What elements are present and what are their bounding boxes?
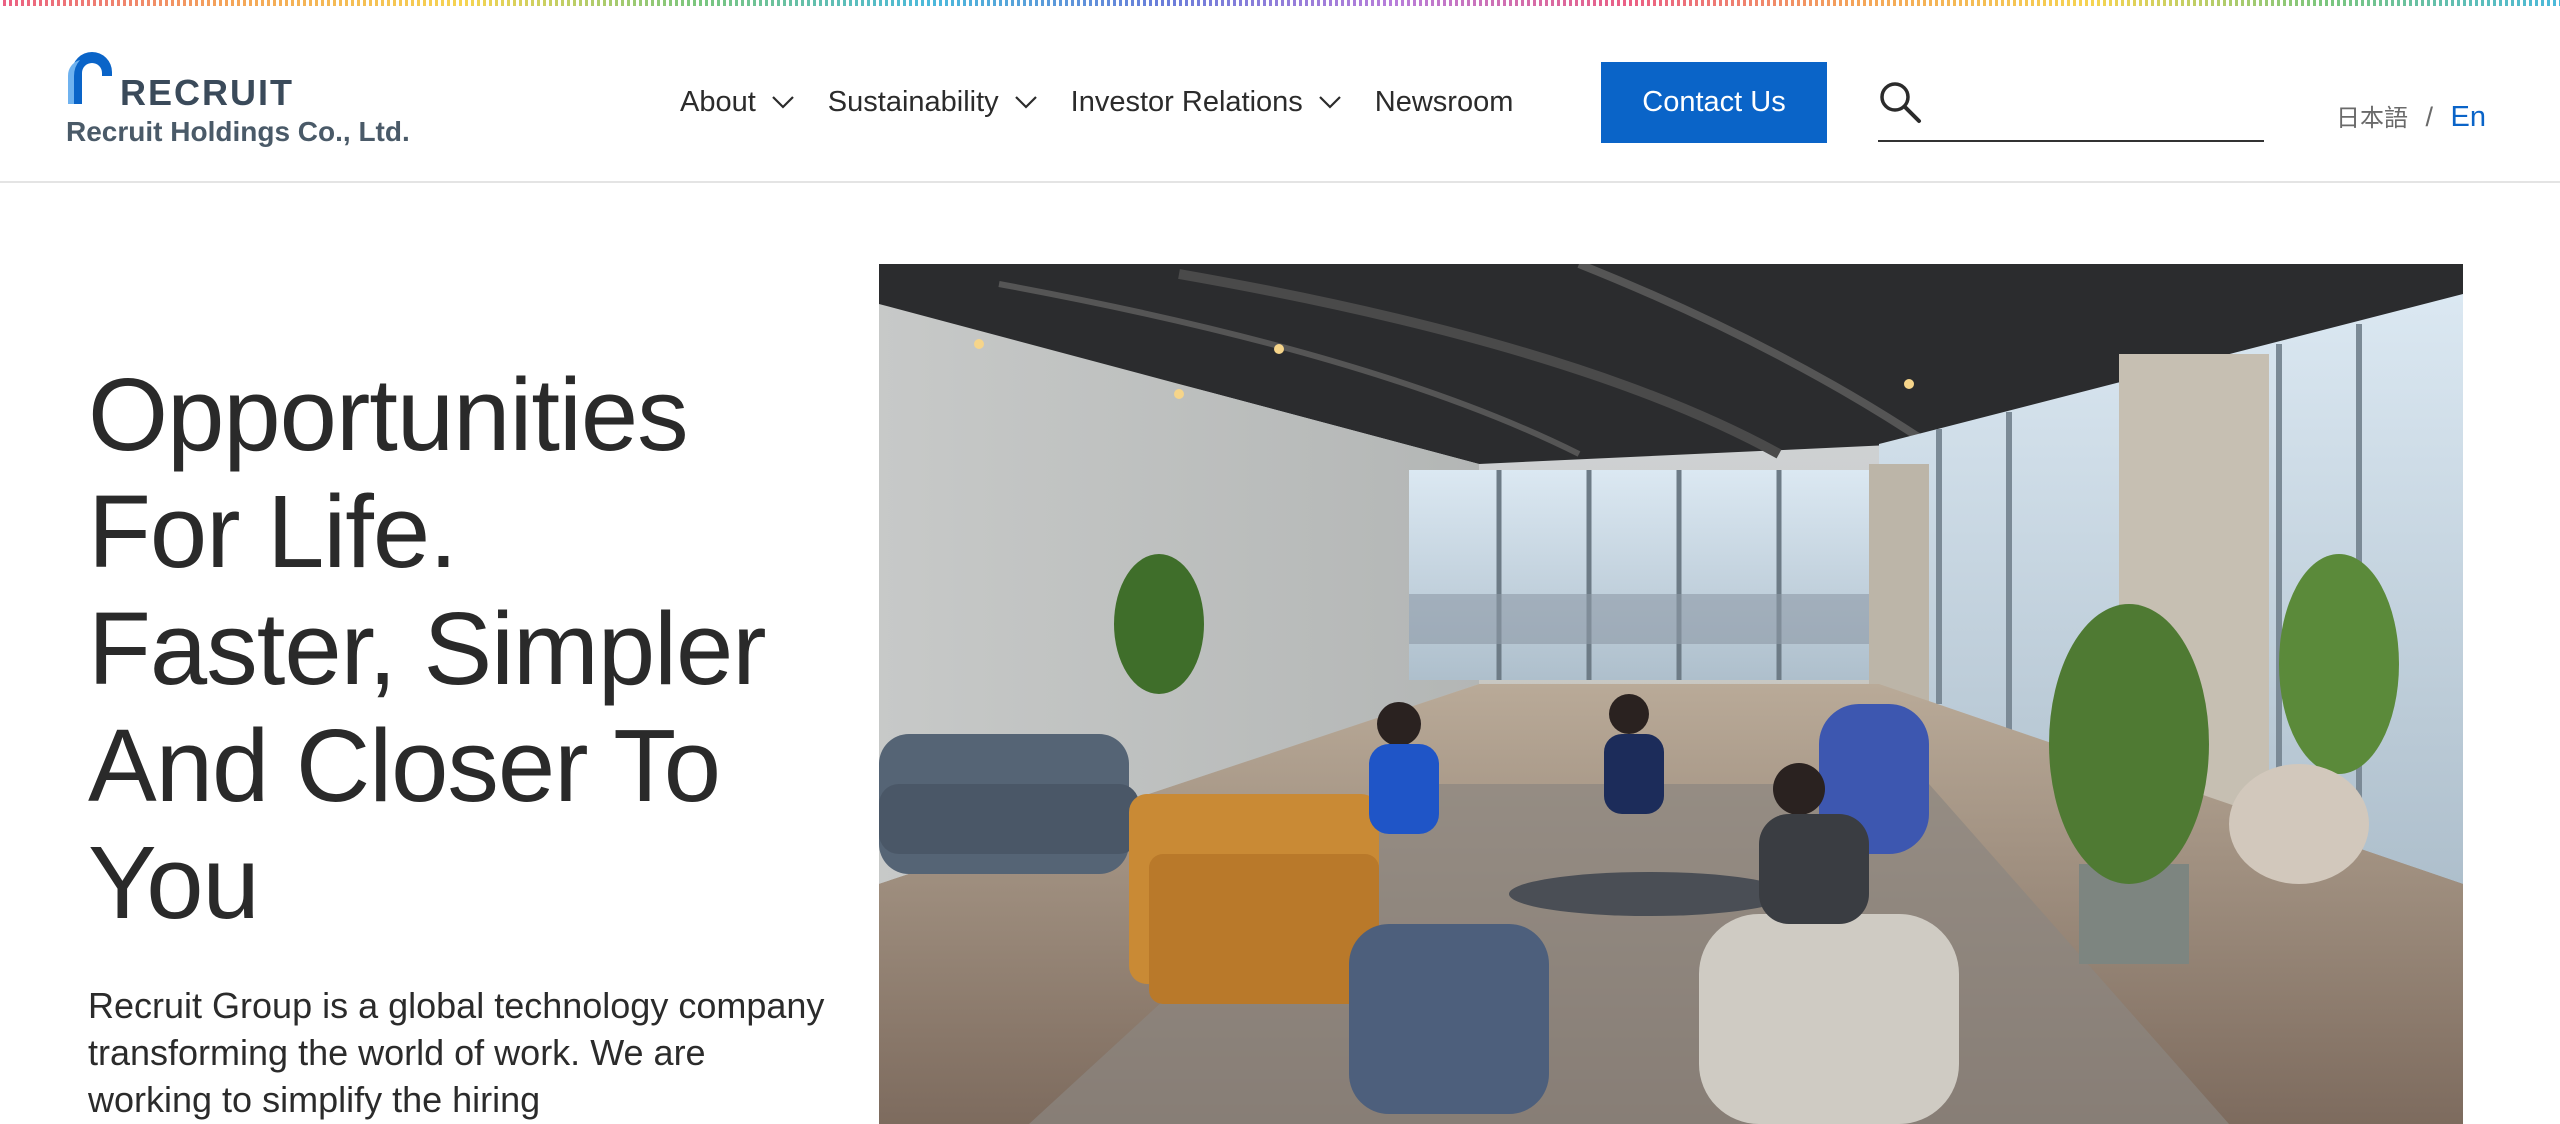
language-switcher: 日本語 / En	[2336, 98, 2486, 134]
search-box	[1878, 70, 2264, 142]
search-input[interactable]	[1934, 78, 2258, 130]
nav-newsroom[interactable]: Newsroom	[1375, 86, 1514, 119]
language-separator: /	[2425, 102, 2434, 132]
hero-title-line: For Life.	[88, 474, 458, 589]
nav-investor-relations[interactable]: Investor Relations	[1071, 86, 1341, 119]
hero-office-photo	[879, 264, 2463, 1124]
hero-title-line: Opportunities	[88, 357, 689, 472]
hero-description: Recruit Group is a global technology com…	[88, 985, 825, 1120]
nav-sustainability[interactable]: Sustainability	[828, 86, 1037, 119]
nav-newsroom-label: Newsroom	[1374, 85, 1514, 118]
hero-title-line: Faster, Simpler	[88, 591, 767, 706]
nav-sustainability-label: Sustainability	[827, 85, 999, 118]
recruit-logo[interactable]: RECRUIT Recruit Holdings Co., Ltd.	[66, 46, 410, 156]
hero-title-line: You	[88, 825, 260, 940]
search-icon[interactable]	[1878, 80, 1922, 124]
nav-about-label: About	[680, 85, 756, 118]
main-navigation: About Sustainability Investor Relations …	[680, 62, 1547, 142]
chevron-down-icon	[772, 96, 794, 109]
nav-about[interactable]: About	[680, 86, 794, 119]
hero-title: Opportunities For Life. Faster, Simpler …	[88, 356, 848, 941]
company-name: Recruit Holdings Co., Ltd.	[66, 116, 410, 147]
nav-investor-relations-label: Investor Relations	[1070, 85, 1303, 118]
site-header: RECRUIT Recruit Holdings Co., Ltd. About…	[0, 14, 2560, 183]
chevron-down-icon	[1319, 96, 1341, 109]
hero-title-line: And Closer To	[88, 708, 721, 823]
chevron-down-icon	[1014, 96, 1037, 109]
contact-us-button[interactable]: Contact Us	[1601, 62, 1827, 143]
recruit-logo-mark-icon	[67, 52, 112, 104]
decorative-top-bar	[0, 0, 2560, 14]
office-lounge-illustration	[879, 264, 2463, 1124]
language-english-link[interactable]: En	[2451, 101, 2486, 133]
logo-wordmark: RECRUIT	[120, 72, 294, 113]
language-japanese-link[interactable]: 日本語	[2336, 104, 2408, 132]
